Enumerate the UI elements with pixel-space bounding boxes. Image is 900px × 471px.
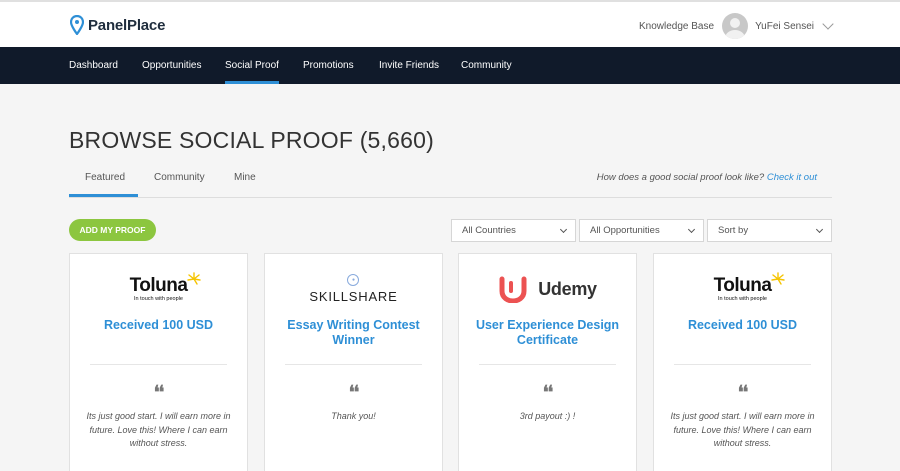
card-text: Thank you! xyxy=(331,411,376,421)
tab-mine[interactable]: Mine xyxy=(234,172,256,183)
active-tab-indicator xyxy=(69,194,138,197)
sort-select-value: Sort by xyxy=(718,225,749,236)
skillshare-logo: ● SKILLSHARE xyxy=(265,272,442,306)
check-it-out-link[interactable]: Check it out xyxy=(767,172,817,183)
chevron-down-icon xyxy=(687,225,696,234)
countries-select-value: All Countries xyxy=(462,225,516,236)
proof-card[interactable]: Toluna In touch with people Received 100… xyxy=(69,253,248,471)
brand-name: Toluna xyxy=(129,275,188,296)
toluna-logo: Toluna In touch with people xyxy=(70,272,247,306)
main-nav: Dashboard Opportunities Social Proof Pro… xyxy=(0,47,900,84)
skillshare-badge-icon: ● xyxy=(347,274,360,286)
nav-invite-friends[interactable]: Invite Friends xyxy=(379,47,439,84)
brand-tagline: In touch with people xyxy=(718,296,767,302)
chevron-down-icon[interactable] xyxy=(822,18,834,30)
brand-tagline: In touch with people xyxy=(134,296,183,302)
proof-card[interactable]: Udemy User Experience Design Certificate… xyxy=(458,253,637,471)
card-divider xyxy=(285,364,422,365)
brand-name: Toluna xyxy=(713,275,772,296)
card-title[interactable]: Essay Writing Contest Winner xyxy=(275,318,432,348)
user-name[interactable]: YuFei Sensei xyxy=(755,21,814,32)
knowledge-base-link[interactable]: Knowledge Base xyxy=(639,21,714,32)
card-text: 3rd payout :) ! xyxy=(519,411,576,421)
quote-icon: ❛❛ xyxy=(348,382,360,403)
map-pin-icon xyxy=(70,15,84,35)
sort-select[interactable]: Sort by xyxy=(707,219,832,242)
countries-select[interactable]: All Countries xyxy=(451,219,576,242)
quote-icon: ❛❛ xyxy=(153,382,165,403)
logo-text: PanelPlace xyxy=(88,16,166,34)
brand-name: SKILLSHARE xyxy=(309,289,398,304)
quote-icon: ❛❛ xyxy=(542,382,554,403)
card-divider xyxy=(90,364,227,365)
proof-card[interactable]: ● SKILLSHARE Essay Writing Contest Winne… xyxy=(264,253,443,471)
user-area: Knowledge Base YuFei Sensei xyxy=(639,13,834,39)
udemy-logo: Udemy xyxy=(459,272,636,306)
card-title[interactable]: Received 100 USD xyxy=(664,318,821,333)
social-proof-hint: How does a good social proof look like? … xyxy=(597,172,817,183)
card-title[interactable]: Received 100 USD xyxy=(80,318,237,333)
card-text: Its just good start. I will earn more in… xyxy=(86,411,231,448)
brand-name: Udemy xyxy=(538,278,597,299)
add-my-proof-button[interactable]: ADD MY PROOF xyxy=(69,219,156,241)
chevron-down-icon xyxy=(559,225,568,234)
proof-card[interactable]: Toluna In touch with people Received 100… xyxy=(653,253,832,471)
top-header: PanelPlace Knowledge Base YuFei Sensei xyxy=(0,0,900,47)
toluna-logo: Toluna In touch with people xyxy=(654,272,831,306)
nav-social-proof[interactable]: Social Proof xyxy=(225,47,279,84)
opportunities-select-value: All Opportunities xyxy=(590,225,660,236)
page-title: BROWSE SOCIAL PROOF (5,660) xyxy=(69,127,434,153)
tab-community[interactable]: Community xyxy=(154,172,205,183)
opportunities-select[interactable]: All Opportunities xyxy=(579,219,704,242)
card-title[interactable]: User Experience Design Certificate xyxy=(469,318,626,348)
quote-icon: ❛❛ xyxy=(737,382,749,403)
nav-dashboard[interactable]: Dashboard xyxy=(69,47,118,84)
chevron-down-icon xyxy=(815,225,824,234)
card-text: Its just good start. I will earn more in… xyxy=(670,411,815,448)
starburst-icon xyxy=(771,272,786,285)
tab-featured[interactable]: Featured xyxy=(85,172,125,183)
panelplace-logo[interactable]: PanelPlace xyxy=(70,15,165,35)
nav-promotions[interactable]: Promotions xyxy=(303,47,354,84)
proof-tabs: Featured Community Mine How does a good … xyxy=(69,160,832,198)
card-divider xyxy=(479,364,616,365)
udemy-u-icon xyxy=(499,276,527,303)
nav-opportunities[interactable]: Opportunities xyxy=(142,47,201,84)
hint-text: How does a good social proof look like? xyxy=(596,172,765,183)
card-divider xyxy=(674,364,811,365)
user-avatar-icon[interactable] xyxy=(722,13,749,39)
starburst-icon xyxy=(187,272,202,285)
nav-community[interactable]: Community xyxy=(461,47,512,84)
